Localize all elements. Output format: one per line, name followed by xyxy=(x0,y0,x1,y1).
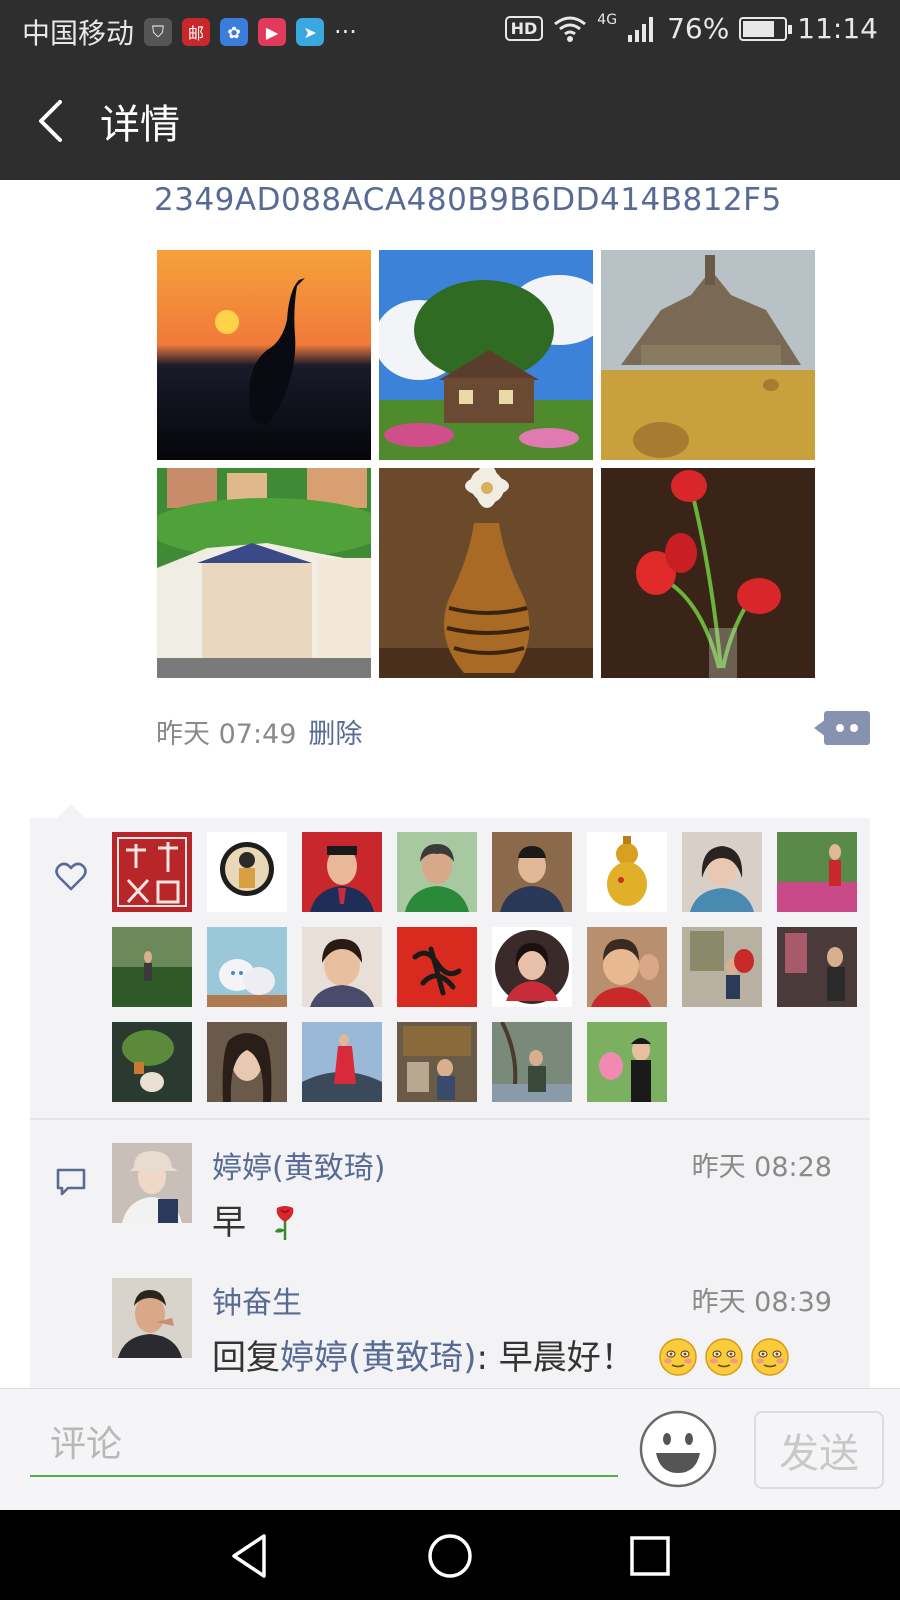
emoji-picker-icon[interactable] xyxy=(638,1409,718,1489)
reply-target-name[interactable]: 婷婷(黄致琦) xyxy=(280,1338,477,1378)
heart-icon xyxy=(55,862,87,891)
heron-sunset-photo[interactable] xyxy=(157,250,371,460)
castle-photo[interactable] xyxy=(601,250,815,460)
avatar[interactable] xyxy=(397,927,477,1007)
title-bar: 详情 xyxy=(0,62,900,180)
baidu-icon: ✿ xyxy=(220,18,249,46)
video-app-icon: ▶ xyxy=(258,18,287,46)
shield-icon: ⛉ xyxy=(144,18,173,46)
carrier-name: 中国移动 xyxy=(22,17,135,50)
signal-icon xyxy=(628,16,654,42)
post-time: 昨天 07:49 xyxy=(156,719,297,750)
likes-avatar-grid xyxy=(112,832,858,1102)
town-photo[interactable] xyxy=(157,468,371,678)
avatar[interactable] xyxy=(587,832,667,912)
photo-grid xyxy=(157,250,817,682)
blush-emoji-icon xyxy=(704,1338,743,1376)
avatar[interactable] xyxy=(492,927,572,1007)
nav-recents-icon[interactable] xyxy=(624,1530,676,1582)
wifi-icon xyxy=(554,16,587,42)
network-type: 4G xyxy=(597,12,618,28)
back-arrow-icon[interactable] xyxy=(28,96,78,146)
nav-back-icon[interactable] xyxy=(224,1530,276,1582)
blush-emoji-icon xyxy=(750,1338,789,1376)
comment-input[interactable] xyxy=(30,1413,618,1477)
comment-body: 早 xyxy=(212,1203,246,1243)
comment-item[interactable]: 婷婷(黄致琦) 昨天 08:28 早 xyxy=(112,1143,832,1253)
avatar[interactable] xyxy=(682,832,762,912)
avatar[interactable] xyxy=(302,1022,382,1102)
avatar[interactable] xyxy=(112,1278,192,1358)
avatar[interactable] xyxy=(777,927,857,1007)
avatar[interactable] xyxy=(207,1022,287,1102)
blush-emoji-icon xyxy=(658,1338,697,1376)
avatar[interactable] xyxy=(777,832,857,912)
comment-input-bar: 发送 xyxy=(0,1388,900,1510)
panel-divider xyxy=(30,1118,870,1120)
avatar[interactable] xyxy=(302,832,382,912)
avatar[interactable] xyxy=(492,832,572,912)
status-left: 中国移动 ⛉ 邮 ✿ ▶ ➤ ··· xyxy=(22,12,357,52)
avatar[interactable] xyxy=(587,1022,667,1102)
nav-home-icon[interactable] xyxy=(424,1530,476,1582)
vase-flower-photo[interactable] xyxy=(379,468,593,678)
comment-text: 早 xyxy=(212,1195,311,1244)
battery-percent: 76% xyxy=(667,12,730,45)
cottage-photo[interactable] xyxy=(379,250,593,460)
avatar[interactable] xyxy=(112,1022,192,1102)
avatar[interactable] xyxy=(397,832,477,912)
avatar[interactable] xyxy=(397,1022,477,1102)
avatar[interactable] xyxy=(207,832,287,912)
telegram-icon: ➤ xyxy=(296,18,325,46)
status-bar: 中国移动 ⛉ 邮 ✿ ▶ ➤ ··· HD 4G 76% 11:14 xyxy=(0,0,900,62)
panel-pointer xyxy=(57,804,85,818)
commenter-name[interactable]: 婷婷(黄致琦) xyxy=(212,1143,385,1187)
red-tulips-photo[interactable] xyxy=(601,468,815,678)
post-text[interactable]: 2349AD088ACA480B9B6DD414B812F5 xyxy=(154,182,782,218)
more-actions-icon[interactable] xyxy=(814,709,870,747)
status-right: HD 4G 76% 11:14 xyxy=(504,12,878,45)
battery-icon xyxy=(739,16,793,41)
avatar[interactable] xyxy=(302,927,382,1007)
page-title: 详情 xyxy=(100,102,180,148)
avatar[interactable] xyxy=(492,1022,572,1102)
comment-bubble-icon xyxy=(56,1168,86,1196)
clock: 11:14 xyxy=(797,12,878,45)
rose-emoji-icon xyxy=(274,1206,294,1240)
reply-prefix: 回复 xyxy=(212,1338,280,1378)
delete-link[interactable]: 删除 xyxy=(308,712,362,751)
avatar[interactable] xyxy=(112,832,192,912)
more-notifications: ··· xyxy=(334,18,357,46)
avatar[interactable] xyxy=(587,927,667,1007)
system-nav-bar xyxy=(0,1510,900,1600)
avatar[interactable] xyxy=(207,927,287,1007)
comment-item[interactable]: 钟奋生 昨天 08:39 回复婷婷(黄致琦): 早晨好！ xyxy=(112,1278,832,1388)
post-meta: 昨天 07:49 删除 xyxy=(156,712,362,751)
china-post-icon: 邮 xyxy=(182,18,211,46)
interaction-panel: 婷婷(黄致琦) 昨天 08:28 早 钟奋生 昨天 08:39 回复婷婷(黄致琦… xyxy=(30,818,870,1388)
comment-time: 昨天 08:28 xyxy=(691,1152,832,1183)
hd-badge: HD xyxy=(504,16,544,41)
send-button[interactable]: 发送 xyxy=(754,1411,884,1489)
reply-text: : 早晨好！ xyxy=(476,1338,635,1378)
avatar[interactable] xyxy=(112,927,192,1007)
battery-fill xyxy=(743,20,774,37)
comment-time: 昨天 08:39 xyxy=(691,1287,832,1318)
commenter-name[interactable]: 钟奋生 xyxy=(212,1278,302,1322)
avatar[interactable] xyxy=(112,1143,192,1223)
comment-text: 回复婷婷(黄致琦): 早晨好！ xyxy=(212,1330,796,1379)
avatar[interactable] xyxy=(682,927,762,1007)
